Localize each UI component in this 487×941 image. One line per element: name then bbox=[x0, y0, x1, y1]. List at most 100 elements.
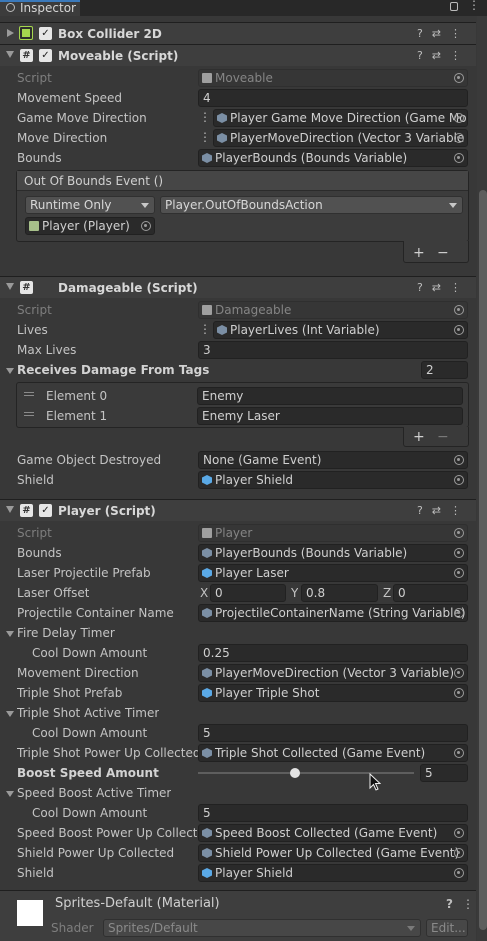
bounds-field[interactable]: PlayerBounds (Bounds Variable) bbox=[198, 149, 468, 167]
component-header-icons[interactable]: ?⇄⋮ bbox=[417, 25, 470, 43]
foldout-expanded-icon[interactable] bbox=[6, 791, 14, 797]
script-label: Script bbox=[17, 526, 52, 540]
drag-handle-icon[interactable] bbox=[24, 412, 34, 416]
object-picker-icon[interactable] bbox=[454, 455, 464, 465]
foldout-expanded-icon[interactable] bbox=[6, 631, 14, 637]
object-picker-icon bbox=[454, 73, 464, 83]
drag-handle-icon[interactable] bbox=[24, 392, 34, 396]
triple-timer-label[interactable]: Triple Shot Active Timer bbox=[17, 703, 159, 723]
object-picker-icon[interactable] bbox=[454, 608, 464, 618]
tags-count-input[interactable]: 2 bbox=[421, 361, 468, 379]
lives-field[interactable]: PlayerLives (Int Variable) bbox=[213, 321, 468, 339]
component-header-icons[interactable]: ?⇄⋮ bbox=[417, 47, 470, 65]
object-picker-icon[interactable] bbox=[454, 848, 464, 858]
bounds-field[interactable]: PlayerBounds (Bounds Variable) bbox=[198, 544, 468, 562]
help-icon[interactable]: ? bbox=[446, 895, 453, 913]
speed-collected-field[interactable]: Speed Boost Collected (Game Event) bbox=[198, 824, 468, 842]
lock-icon[interactable] bbox=[450, 2, 458, 11]
reference-options-icon[interactable]: ⋮ bbox=[199, 321, 211, 339]
player-header[interactable]: # ✓ Player (Script) ?⇄⋮ bbox=[0, 499, 476, 521]
element-1-input[interactable]: Enemy Laser bbox=[197, 407, 463, 425]
foldout-collapsed-icon[interactable] bbox=[7, 29, 14, 37]
object-picker-icon[interactable] bbox=[141, 221, 151, 231]
foldout-expanded-icon[interactable] bbox=[6, 506, 14, 513]
shader-edit-button[interactable]: Edit... bbox=[426, 919, 468, 937]
add-listener-button[interactable]: + bbox=[413, 244, 425, 262]
event-title: Out Of Bounds Event () bbox=[24, 174, 164, 188]
script-label: Script bbox=[17, 71, 52, 85]
runtime-dropdown[interactable]: Runtime Only bbox=[25, 196, 155, 214]
enabled-checkbox[interactable]: ✓ bbox=[39, 49, 52, 62]
shield-field[interactable]: Player Shield bbox=[198, 471, 468, 489]
offset-y-label[interactable]: Y bbox=[291, 583, 298, 603]
speed-cooldown-input[interactable]: 5 bbox=[198, 804, 468, 822]
moveable-header[interactable]: # ✓ Moveable (Script) ?⇄⋮ bbox=[0, 44, 476, 66]
foldout-expanded-icon[interactable] bbox=[6, 368, 14, 374]
inspector-tab[interactable]: Inspector bbox=[0, 0, 80, 16]
object-picker-icon[interactable] bbox=[454, 113, 464, 123]
speed-collected-label: Speed Boost Power Up Collecte bbox=[17, 826, 197, 840]
object-picker-icon[interactable] bbox=[454, 688, 464, 698]
damageable-header[interactable]: # Damageable (Script) ?⇄⋮ bbox=[0, 276, 476, 298]
enabled-checkbox[interactable]: ✓ bbox=[39, 504, 52, 517]
triple-prefab-field[interactable]: Player Triple Shot bbox=[198, 684, 468, 702]
reference-options-icon[interactable]: ⋮ bbox=[199, 129, 211, 147]
offset-y-input[interactable]: 0.8 bbox=[301, 584, 378, 602]
fire-delay-label[interactable]: Fire Delay Timer bbox=[17, 623, 115, 643]
object-picker-icon[interactable] bbox=[454, 548, 464, 558]
object-picker-icon[interactable] bbox=[454, 325, 464, 335]
offset-z-input[interactable]: 0 bbox=[393, 584, 468, 602]
component-header-icons[interactable]: ?⇄⋮ bbox=[417, 279, 470, 297]
shader-dropdown[interactable]: Sprites/Default bbox=[103, 919, 421, 937]
offset-x-input[interactable]: 0 bbox=[210, 584, 286, 602]
object-picker-icon[interactable] bbox=[454, 668, 464, 678]
boost-speed-slider-thumb[interactable] bbox=[290, 768, 300, 778]
foldout-expanded-icon[interactable] bbox=[6, 51, 14, 58]
fire-cooldown-input[interactable]: 0.25 bbox=[198, 644, 468, 662]
max-lives-input[interactable]: 3 bbox=[198, 341, 468, 359]
destroyed-field[interactable]: None (Game Event) bbox=[198, 451, 468, 469]
object-picker-icon[interactable] bbox=[454, 568, 464, 578]
offset-x-label[interactable]: X bbox=[200, 583, 208, 603]
remove-listener-button[interactable]: − bbox=[437, 244, 449, 262]
move-direction-field[interactable]: PlayerMoveDirection (Vector 3 Variable bbox=[213, 129, 468, 147]
box-collider-header[interactable]: ✓ Box Collider 2D ?⇄⋮ bbox=[0, 22, 476, 44]
boost-speed-slider-track[interactable] bbox=[198, 772, 414, 774]
event-target-field[interactable]: Player (Player) bbox=[25, 217, 155, 235]
scrollbar-thumb[interactable] bbox=[479, 190, 487, 930]
game-move-direction-field[interactable]: Player Game Move Direction (Game Mo bbox=[213, 109, 468, 127]
offset-z-label[interactable]: Z bbox=[383, 583, 391, 603]
element-0-input[interactable]: Enemy bbox=[197, 387, 463, 405]
object-picker-icon[interactable] bbox=[454, 868, 464, 878]
object-picker-icon[interactable] bbox=[454, 133, 464, 143]
reference-options-icon[interactable]: ⋮ bbox=[199, 109, 211, 127]
movement-speed-label: Movement Speed bbox=[17, 91, 122, 105]
add-element-button[interactable]: + bbox=[413, 428, 425, 446]
remove-element-button[interactable]: − bbox=[437, 428, 449, 446]
movement-direction-field[interactable]: PlayerMoveDirection (Vector 3 Variable) bbox=[198, 664, 468, 682]
container-name-field[interactable]: ProjectileContainerName (String Variable… bbox=[198, 604, 468, 622]
shield-collected-field[interactable]: Shield Power Up Collected (Game Event) bbox=[198, 844, 468, 862]
shield-field[interactable]: Player Shield bbox=[198, 864, 468, 882]
kebab-icon[interactable]: ⋮ bbox=[462, 895, 474, 913]
boost-speed-input[interactable]: 5 bbox=[420, 764, 468, 782]
enabled-checkbox[interactable]: ✓ bbox=[39, 27, 52, 40]
triple-collected-field[interactable]: Triple Shot Collected (Game Event) bbox=[198, 744, 468, 762]
object-picker-icon[interactable] bbox=[454, 748, 464, 758]
movement-speed-input[interactable]: 4 bbox=[198, 89, 468, 107]
foldout-expanded-icon[interactable] bbox=[6, 711, 14, 717]
function-dropdown[interactable]: Player.OutOfBoundsAction bbox=[160, 196, 463, 214]
object-picker-icon[interactable] bbox=[454, 828, 464, 838]
triple-cooldown-input[interactable]: 5 bbox=[198, 724, 468, 742]
object-picker-icon[interactable] bbox=[454, 475, 464, 485]
foldout-expanded-icon[interactable] bbox=[6, 283, 14, 290]
component-header-icons[interactable]: ?⇄⋮ bbox=[417, 502, 470, 520]
box-collider-icon bbox=[19, 26, 33, 40]
boost-speed-label: Boost Speed Amount bbox=[17, 766, 159, 780]
kebab-icon[interactable]: ⋮ bbox=[468, 0, 480, 12]
object-picker-icon[interactable] bbox=[454, 153, 464, 163]
speed-timer-label[interactable]: Speed Boost Active Timer bbox=[17, 783, 171, 803]
mouse-cursor-icon bbox=[369, 773, 381, 791]
laser-prefab-field[interactable]: Player Laser bbox=[198, 564, 468, 582]
component-title: Damageable (Script) bbox=[58, 281, 198, 295]
